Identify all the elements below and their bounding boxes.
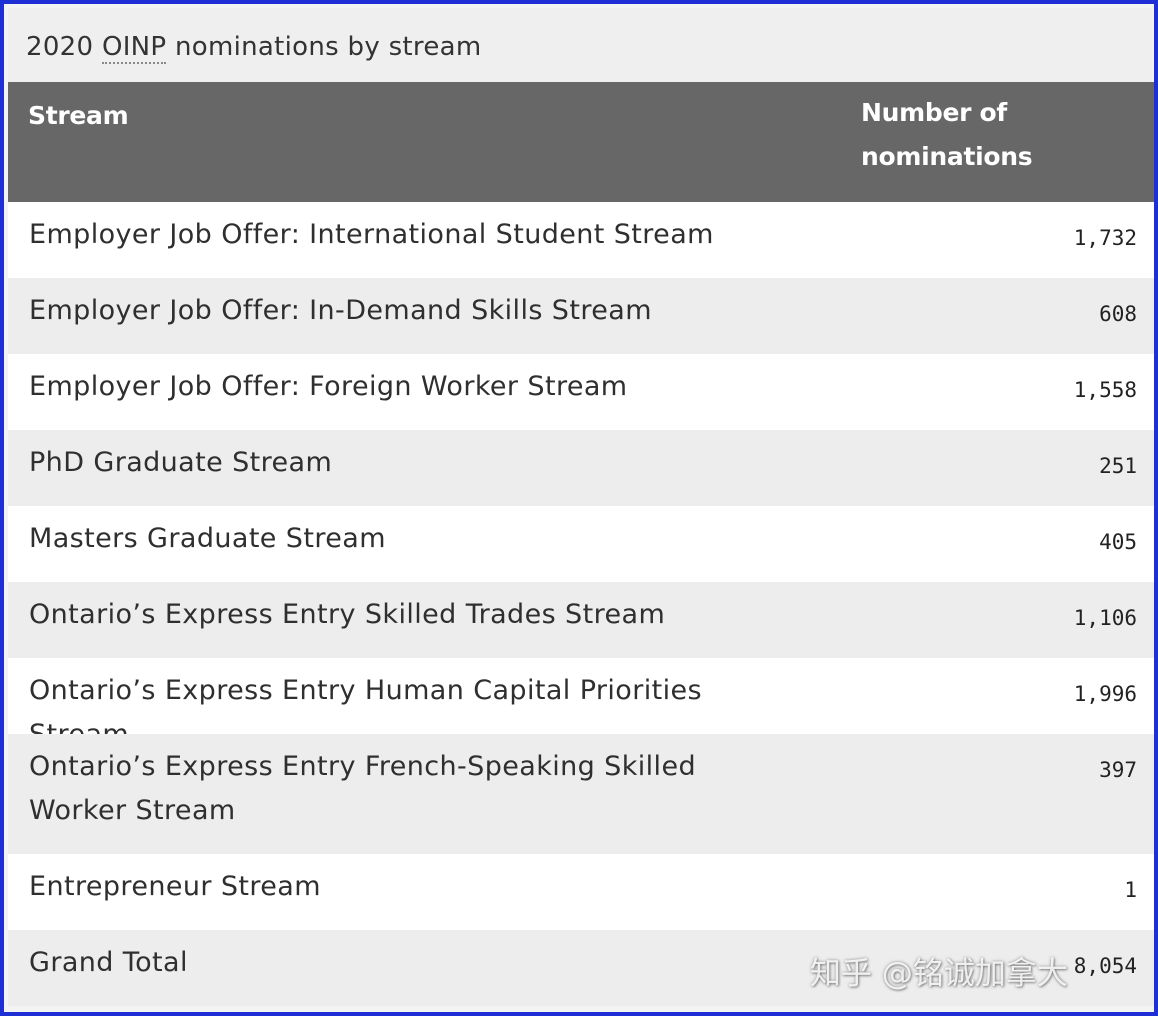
nominations-cell: 405 (1099, 530, 1137, 554)
grand-total-label: Grand Total (29, 947, 188, 978)
nominations-cell: 1,106 (1073, 606, 1137, 630)
caption-title-rest: nominations by stream (166, 32, 482, 62)
stream-name-cell: Employer Job Offer: Foreign Worker Strea… (29, 371, 628, 402)
stream-name-cell: Employer Job Offer: In-Demand Skills Str… (29, 295, 652, 326)
table-caption: 2020 OINP nominations by stream (8, 8, 1152, 82)
table-row: Ontario’s Express Entry Human Capital Pr… (8, 658, 1154, 750)
table-frame: 2020 OINP nominations by stream Stream N… (0, 0, 1158, 1016)
stream-name-cell: PhD Graduate Stream (29, 447, 333, 478)
nominations-cell: 1,732 (1073, 226, 1137, 250)
header-number-of-nominations: Number of nominations (861, 98, 1033, 171)
stream-name-cell: Masters Graduate Stream (29, 523, 386, 554)
zhihu-watermark: 知乎 @铭诚加拿大 (810, 956, 1068, 992)
nominations-cell: 608 (1099, 302, 1137, 326)
table-row: Employer Job Offer: In-Demand Skills Str… (8, 278, 1154, 354)
table-row: Entrepreneur Stream 1 (8, 854, 1154, 930)
nominations-cell: 1 (1124, 878, 1137, 902)
table-body: Employer Job Offer: International Studen… (8, 202, 1154, 1006)
table-row: Ontario’s Express Entry Skilled Trades S… (8, 582, 1154, 658)
table-header: Stream Number of nominations (8, 82, 1154, 202)
oinp-abbreviation: OINP (101, 32, 167, 64)
caption-text: 2020 OINP nominations by stream (26, 32, 482, 64)
table-row: Employer Job Offer: International Studen… (8, 202, 1154, 278)
table-row: Ontario’s Express Entry French-Speaking … (8, 734, 1154, 854)
nominations-cell: 1,996 (1073, 682, 1137, 706)
stream-name-cell: Entrepreneur Stream (29, 871, 321, 902)
stream-name-cell: Ontario’s Express Entry French-Speaking … (29, 751, 697, 826)
stream-name-cell: Employer Job Offer: International Studen… (29, 219, 714, 250)
table-row: Employer Job Offer: Foreign Worker Strea… (8, 354, 1154, 430)
nominations-cell: 397 (1099, 758, 1137, 782)
stream-name-cell: Ontario’s Express Entry Skilled Trades S… (29, 599, 666, 630)
caption-year: 2020 (26, 32, 102, 62)
header-stream: Stream (28, 101, 129, 130)
table-row: Masters Graduate Stream 405 (8, 506, 1154, 582)
nominations-cell: 1,558 (1073, 378, 1137, 402)
grand-total-value: 8,054 (1073, 954, 1137, 978)
nominations-cell: 251 (1099, 454, 1137, 478)
table-row: PhD Graduate Stream 251 (8, 430, 1154, 506)
